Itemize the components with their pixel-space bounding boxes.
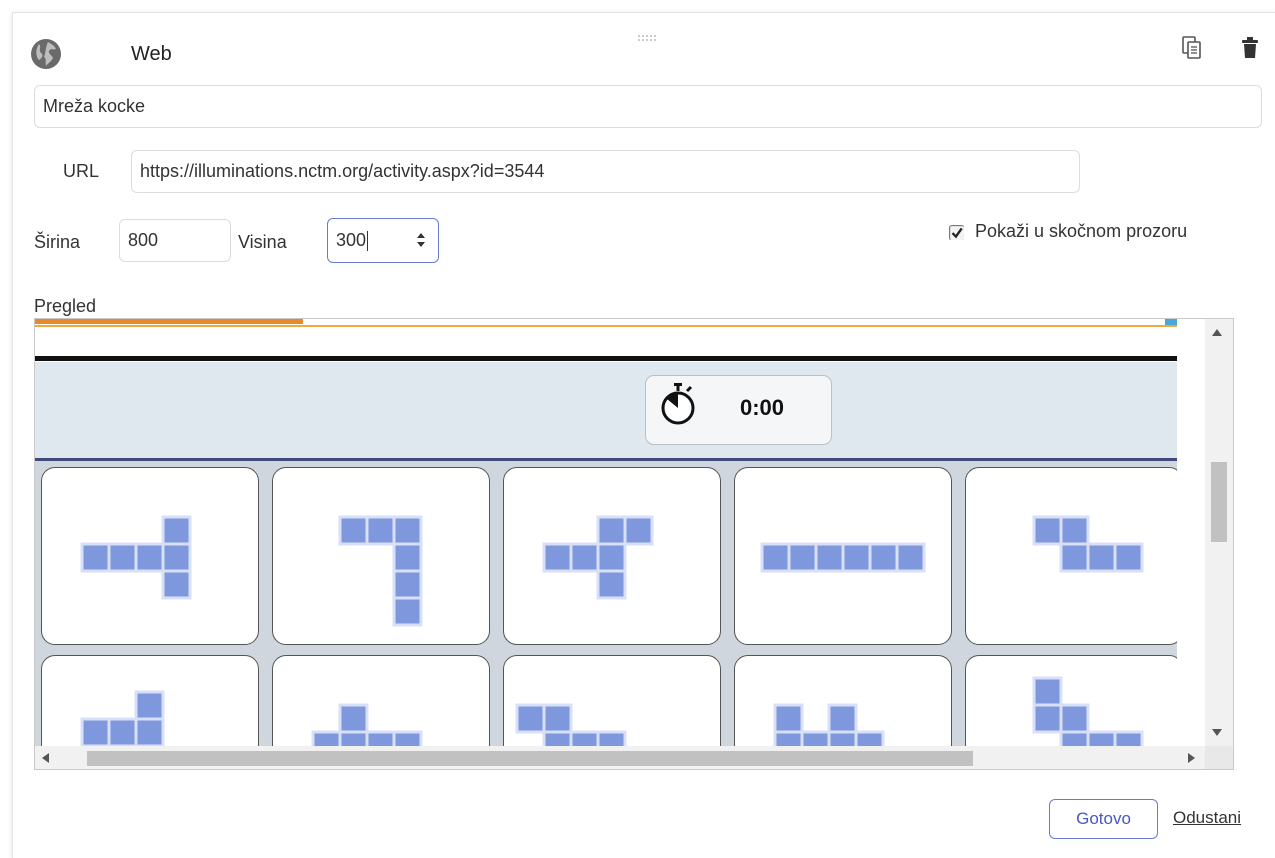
- globe-icon: [31, 39, 61, 69]
- spinner-arrows-icon[interactable]: [416, 232, 426, 248]
- preview-frame[interactable]: 0:00: [34, 318, 1234, 770]
- drag-handle-icon[interactable]: [638, 35, 656, 41]
- stopwatch-icon: [661, 383, 695, 425]
- height-value: 300: [336, 230, 367, 250]
- url-input[interactable]: https://illuminations.nctm.org/activity.…: [131, 150, 1080, 193]
- net-shape: [1032, 515, 1144, 573]
- scrollbar-corner: [1205, 746, 1233, 769]
- net-card[interactable]: [734, 655, 952, 749]
- blue-marker: [1165, 319, 1177, 325]
- text-caret: [367, 230, 369, 251]
- net-card[interactable]: [272, 467, 490, 645]
- height-input[interactable]: 300: [327, 218, 439, 263]
- net-shape: [1032, 676, 1144, 749]
- width-label: Širina: [34, 232, 81, 252]
- net-card[interactable]: [272, 655, 490, 749]
- nets-grid: [35, 458, 1177, 749]
- scroll-down-arrow-icon[interactable]: [1212, 729, 1222, 736]
- timer-box: 0:00: [645, 375, 832, 445]
- cancel-link[interactable]: Odustani: [1173, 808, 1241, 828]
- popup-label: Pokaži u skočnom prozoru: [975, 221, 1188, 241]
- url-label: URL: [63, 161, 100, 181]
- scroll-left-arrow-icon[interactable]: [42, 753, 49, 763]
- copy-icon[interactable]: [1182, 36, 1202, 60]
- orange-line: [35, 325, 1177, 327]
- net-card[interactable]: [965, 467, 1177, 645]
- element-type-title: Web: [131, 43, 172, 65]
- net-card[interactable]: [503, 655, 721, 749]
- net-card[interactable]: [503, 467, 721, 645]
- net-shape: [760, 542, 926, 573]
- net-card[interactable]: [41, 467, 259, 645]
- scroll-up-arrow-icon[interactable]: [1212, 329, 1222, 336]
- horizontal-scrollbar[interactable]: [35, 746, 1205, 769]
- trash-icon[interactable]: [1241, 36, 1259, 60]
- net-card[interactable]: [734, 467, 952, 645]
- net-card[interactable]: [965, 655, 1177, 749]
- net-shape: [515, 703, 627, 749]
- done-button[interactable]: Gotovo: [1049, 799, 1158, 839]
- preview-label: Pregled: [34, 296, 97, 316]
- popup-checkbox[interactable]: [949, 225, 964, 240]
- width-input[interactable]: 800: [119, 219, 231, 262]
- timer-bar: 0:00: [35, 362, 1177, 458]
- net-shape: [80, 515, 192, 600]
- element-name-input[interactable]: Mreža kocke: [34, 85, 1262, 128]
- orange-progress: [35, 319, 303, 324]
- web-element-editor: Web Mreža kocke URL https://illumination…: [12, 12, 1275, 858]
- net-shape: [773, 703, 885, 749]
- vertical-scroll-thumb[interactable]: [1211, 462, 1227, 542]
- horizontal-scroll-thumb[interactable]: [87, 751, 973, 766]
- height-label: Visina: [238, 232, 287, 252]
- net-shape: [338, 515, 423, 627]
- net-shape: [542, 515, 654, 600]
- timer-display: 0:00: [740, 395, 785, 420]
- header-divider: [35, 356, 1177, 361]
- net-card[interactable]: [41, 655, 259, 749]
- embedded-top-strip: [35, 319, 1177, 327]
- net-shape: [311, 703, 423, 749]
- scroll-right-arrow-icon[interactable]: [1188, 753, 1195, 763]
- net-shape: [80, 690, 165, 748]
